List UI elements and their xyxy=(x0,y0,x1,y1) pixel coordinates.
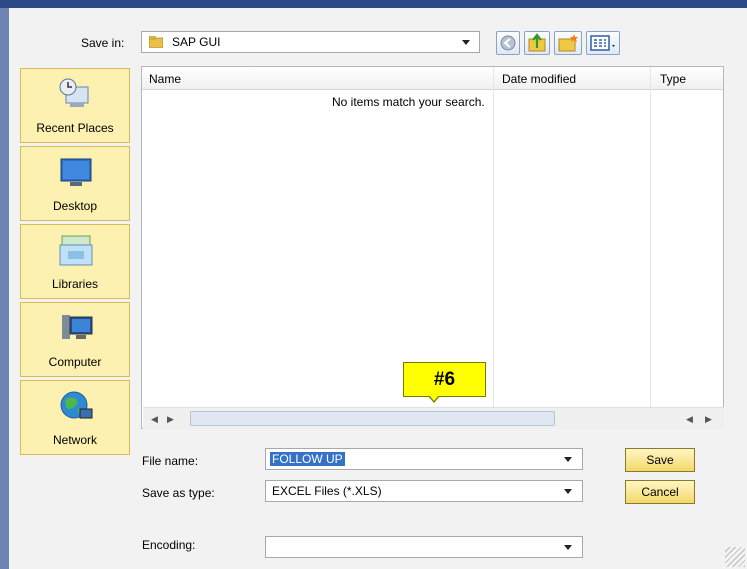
new-folder-icon xyxy=(558,34,578,52)
annotation-callout: #6 xyxy=(403,362,486,397)
up-folder-button[interactable] xyxy=(524,31,550,55)
encoding-label: Encoding: xyxy=(142,538,196,552)
chevron-down-icon[interactable] xyxy=(564,489,572,494)
recent-places-icon xyxy=(59,78,89,107)
window-title-bar xyxy=(0,0,747,8)
horizontal-scrollbar[interactable]: ◀ ▶ ◀ ▶ xyxy=(143,407,724,429)
new-folder-button[interactable] xyxy=(554,31,582,55)
save-button[interactable]: Save xyxy=(625,448,695,472)
places-label: Network xyxy=(52,433,97,447)
places-label: Computer xyxy=(48,355,102,369)
save-in-value: SAP GUI xyxy=(172,35,221,49)
column-header-date-modified[interactable]: Date modified xyxy=(502,72,576,86)
scroll-left-icon[interactable]: ◀ xyxy=(151,414,158,425)
places-item-recent-places[interactable]: Recent Places xyxy=(20,68,130,143)
file-name-label: File name: xyxy=(142,454,199,468)
scrollbar-thumb[interactable] xyxy=(190,411,555,426)
places-label: Libraries xyxy=(51,277,99,291)
column-header-type[interactable]: Type xyxy=(660,72,686,86)
save-as-type-dropdown[interactable]: EXCEL Files (*.XLS) xyxy=(265,480,583,502)
save-in-dropdown[interactable]: SAP GUI xyxy=(141,31,480,53)
file-name-field[interactable]: FOLLOW UP xyxy=(265,448,583,470)
cancel-button[interactable]: Cancel xyxy=(625,480,695,504)
back-icon xyxy=(500,35,516,51)
scroll-right-icon[interactable]: ▶ xyxy=(167,414,174,425)
places-item-libraries[interactable]: Libraries xyxy=(20,224,130,299)
save-as-type-value: EXCEL Files (*.XLS) xyxy=(272,484,382,498)
column-divider xyxy=(493,67,494,408)
views-menu-icon xyxy=(590,35,615,51)
up-folder-icon xyxy=(528,33,546,52)
libraries-icon xyxy=(59,235,93,266)
save-as-type-label: Save as type: xyxy=(142,486,215,500)
computer-icon xyxy=(62,315,93,339)
places-label: Recent Places xyxy=(36,121,114,135)
back-button[interactable] xyxy=(496,31,520,55)
encoding-dropdown[interactable] xyxy=(265,536,583,558)
desktop-icon xyxy=(60,158,92,186)
resize-grip[interactable] xyxy=(725,547,745,567)
scroll-left-icon[interactable]: ◀ xyxy=(686,414,693,425)
column-header-name[interactable]: Name xyxy=(149,72,181,86)
file-list-header: Name Date modified Type xyxy=(142,67,723,90)
chevron-down-icon[interactable] xyxy=(564,545,572,550)
views-menu-button[interactable] xyxy=(586,31,620,55)
file-name-value[interactable]: FOLLOW UP xyxy=(270,452,345,466)
window-left-border xyxy=(0,8,9,569)
callout-pointer-fill xyxy=(429,395,439,401)
chevron-down-icon[interactable] xyxy=(564,457,572,462)
places-label: Desktop xyxy=(52,199,98,213)
chevron-down-icon[interactable] xyxy=(462,40,470,45)
scroll-right-icon[interactable]: ▶ xyxy=(705,414,712,425)
empty-list-message: No items match your search. xyxy=(332,95,485,109)
save-in-label: Save in: xyxy=(81,36,125,50)
places-item-network[interactable]: Network xyxy=(20,380,130,455)
folder-icon xyxy=(149,36,163,48)
places-item-computer[interactable]: Computer xyxy=(20,302,130,377)
column-divider xyxy=(650,67,651,408)
network-icon xyxy=(60,391,93,419)
places-item-desktop[interactable]: Desktop xyxy=(20,146,130,221)
